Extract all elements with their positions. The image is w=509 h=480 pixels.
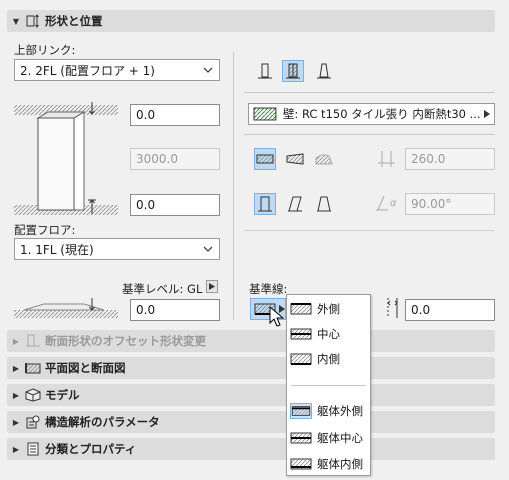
wall-form-rect-icon	[256, 154, 274, 164]
home-floor-value: 1. 1FL (現在)	[20, 242, 94, 257]
wall-height-diagram	[14, 102, 118, 215]
ref-line-label: 基準線:	[249, 282, 288, 296]
menu-item-label: 躯体中心	[317, 431, 363, 445]
wall-composite-button[interactable]	[282, 60, 304, 82]
profile-offset-icon	[26, 334, 40, 347]
wall-composite-icon	[286, 63, 300, 79]
angle-symbol: α	[390, 197, 397, 209]
top-link-dropdown[interactable]: 2. 2FL (配置フロア + 1)	[14, 59, 220, 81]
triangle-right-icon	[484, 110, 490, 118]
triangle-right-icon	[209, 283, 215, 290]
wall-slanted-icon	[288, 196, 302, 212]
slant-angle-icon	[376, 195, 388, 211]
chevron-down-icon	[203, 246, 213, 252]
chevron-down-icon	[203, 67, 213, 73]
ref-interior-icon	[290, 353, 312, 365]
expand-triangle-icon[interactable]: ▶	[7, 445, 25, 454]
wall-profile-button[interactable]	[313, 60, 335, 82]
composite-value: 壁: RC t150 タイル張り 内断熱t30 ...	[282, 107, 481, 121]
wall-form-trapezoid-icon	[286, 153, 304, 165]
section-title: 分類とプロパティ	[45, 442, 137, 456]
expand-triangle-icon[interactable]: ▶	[7, 418, 25, 427]
composite-hatch-icon	[253, 107, 277, 121]
classification-document-icon	[27, 442, 39, 456]
wall-profile-icon	[317, 63, 331, 79]
ref-core-exterior-icon	[290, 403, 312, 419]
ref-core-center-icon	[290, 432, 312, 444]
section-title: 平面図と断面図	[45, 361, 126, 375]
menu-item-center[interactable]: 中心	[287, 323, 370, 345]
menu-item-label: 内側	[317, 352, 340, 366]
section-header-model[interactable]: ▶ モデル	[7, 384, 495, 406]
model-cube-icon	[25, 388, 41, 402]
section-title: モデル	[45, 388, 80, 402]
right-divider-top	[244, 92, 494, 93]
menu-separator	[291, 385, 366, 386]
top-offset-input[interactable]: 0.0	[130, 104, 220, 126]
wall-double-slanted-icon	[317, 196, 331, 212]
section-title: 構造解析のパラメータ	[45, 415, 160, 429]
menu-item-label: 中心	[317, 327, 340, 341]
ref-line-popup-menu: 外側 中心 内側 躯体外側 躯体中心 躯体内側	[286, 294, 371, 476]
composite-selector[interactable]: 壁: RC t150 タイル張り 内断熱t30 ...	[248, 103, 495, 125]
wall-double-slanted-button[interactable]	[313, 193, 335, 215]
ref-line-offset-icon	[387, 298, 398, 318]
section-title: 断面形状のオフセット形状変更	[45, 334, 206, 348]
slant-angle-input[interactable]: 90.00°	[405, 193, 495, 215]
plan-section-icon	[25, 363, 41, 374]
wall-vertical-button[interactable]	[254, 193, 276, 215]
right-divider-mid	[244, 134, 494, 135]
ref-exterior-icon	[290, 303, 312, 315]
menu-item-label: 躯体外側	[317, 404, 363, 418]
menu-item-core-interior[interactable]: 躯体内側	[287, 453, 370, 475]
section-header-structural-analysis[interactable]: ▶ 構造解析のパラメータ	[7, 411, 495, 433]
ref-core-interior-icon	[290, 458, 312, 470]
thickness-input[interactable]: 260.0	[405, 148, 495, 170]
section-title: 形状と位置	[45, 14, 103, 28]
slant-angle-indicator: α	[374, 194, 397, 212]
thickness-icon	[378, 151, 395, 167]
mouse-cursor-icon	[269, 306, 285, 327]
expand-triangle-icon[interactable]: ▶	[7, 364, 25, 373]
wall-form-rect-button[interactable]	[254, 148, 276, 170]
section-header-profile-offset: ▶ 断面形状のオフセット形状変更	[7, 330, 495, 352]
ref-line-offset-input[interactable]: 0.0	[405, 299, 495, 321]
expand-triangle-icon[interactable]: ▶	[7, 391, 25, 400]
wall-form-polygon-button[interactable]	[313, 148, 335, 170]
expand-triangle-icon: ▶	[12, 336, 20, 346]
structural-analysis-icon	[26, 415, 40, 429]
wall-form-polygon-icon	[315, 154, 333, 165]
wall-straight-icon	[258, 63, 272, 79]
menu-item-label: 外側	[317, 302, 340, 316]
wall-vertical-icon	[258, 196, 272, 212]
ref-level-offset-input[interactable]: 0.0	[130, 299, 220, 321]
column-divider	[233, 52, 234, 320]
wall-height-input[interactable]: 3000.0	[130, 148, 220, 170]
top-link-label: 上部リンク:	[14, 43, 76, 57]
wall-slanted-button[interactable]	[284, 193, 306, 215]
wall-straight-button[interactable]	[254, 60, 276, 82]
ref-level-menu-button[interactable]	[206, 280, 218, 293]
menu-item-core-center[interactable]: 躯体中心	[287, 427, 370, 449]
home-floor-dropdown[interactable]: 1. 1FL (現在)	[14, 238, 220, 260]
ref-level-diagram	[14, 298, 118, 318]
ref-level-label: 基準レベル: GL	[122, 282, 203, 296]
menu-item-exterior[interactable]: 外側	[287, 298, 370, 320]
menu-item-label: 躯体内側	[317, 457, 363, 471]
menu-item-interior[interactable]: 内側	[287, 348, 370, 370]
right-divider-bottom	[244, 230, 494, 231]
ref-center-icon	[290, 328, 312, 340]
menu-item-core-exterior[interactable]: 躯体外側	[287, 400, 370, 422]
section-header-plan-section[interactable]: ▶ 平面図と断面図	[7, 357, 495, 379]
bottom-offset-input[interactable]: 0.0	[130, 194, 220, 216]
top-link-value: 2. 2FL (配置フロア + 1)	[20, 63, 155, 78]
wall-form-trapezoid-button[interactable]	[284, 148, 306, 170]
section-header-classification[interactable]: ▶ 分類とプロパティ	[7, 438, 495, 460]
shape-position-icon	[26, 14, 39, 28]
collapse-triangle-icon[interactable]: ▼	[7, 17, 25, 26]
home-floor-label: 配置フロア:	[14, 223, 76, 237]
section-header-shape-position[interactable]: ▼ 形状と位置	[7, 10, 495, 32]
